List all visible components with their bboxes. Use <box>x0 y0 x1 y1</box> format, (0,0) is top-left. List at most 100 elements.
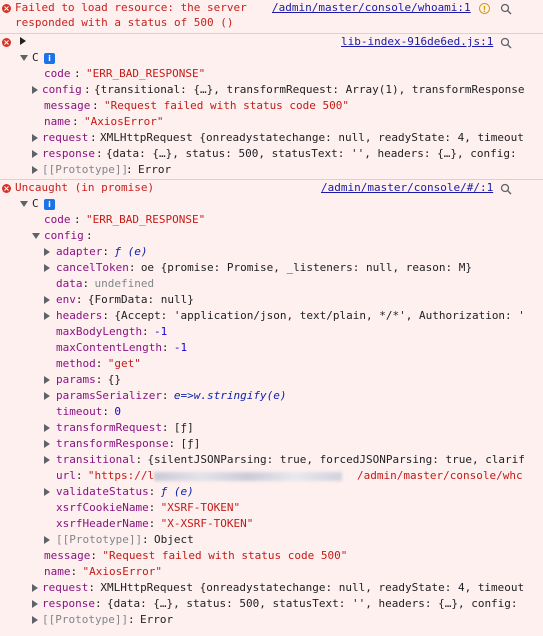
collapse-arrow-icon[interactable] <box>20 201 28 207</box>
prop-row[interactable]: config: {transitional: {…}, transformReq… <box>0 82 543 98</box>
expand-arrow-icon[interactable] <box>44 536 50 544</box>
prop-key: validateStatus <box>56 485 149 498</box>
expand-arrow-icon[interactable] <box>44 264 50 272</box>
prop-value: {silentJSONParsing: true, forcedJSONPars… <box>147 453 525 466</box>
expand-arrow-icon[interactable] <box>20 37 26 45</box>
prop-value: undefined <box>94 277 155 290</box>
source-link[interactable]: lib-index-916de6ed.js:1 <box>341 35 493 48</box>
expand-arrow-icon[interactable] <box>44 424 50 432</box>
magnifier-icon[interactable] <box>500 3 512 15</box>
prop-value: oe {promise: Promise, _listeners: null, … <box>140 261 472 274</box>
config-prop-row[interactable]: headers: {Accept: 'application/json, text… <box>0 308 543 324</box>
expand-arrow-icon[interactable] <box>32 86 38 94</box>
config-prop-row[interactable]: env: {FormData: null} <box>0 292 543 308</box>
source-link[interactable]: /admin/master/console/#/:1 <box>321 181 493 194</box>
prop-value: "X-XSRF-TOKEN" <box>160 517 254 530</box>
prop-row[interactable]: response: {data: {…}, status: 500, status… <box>0 596 543 612</box>
prop-row[interactable]: [[Prototype]]: Error <box>0 612 543 628</box>
expand-arrow-icon[interactable] <box>44 440 50 448</box>
expand-arrow-icon[interactable] <box>44 312 50 320</box>
info-icon[interactable]: i <box>44 199 55 210</box>
config-prop-row: data: undefined <box>56 277 155 290</box>
config-prop-row[interactable]: paramsSerializer: e=>w.stringify(e) <box>0 388 543 404</box>
config-prop-row: xsrfCookieName: "XSRF-TOKEN" <box>56 501 241 514</box>
magnifier-icon[interactable] <box>500 37 512 49</box>
expand-arrow-icon[interactable] <box>32 150 38 158</box>
prop-row: code: "ERR_BAD_RESPONSE" <box>44 67 206 80</box>
prop-row: code: "ERR_BAD_RESPONSE" <box>44 213 206 226</box>
prop-key: message <box>44 99 91 112</box>
prop-value: "ERR_BAD_RESPONSE" <box>86 67 206 80</box>
info-icon[interactable]: i <box>44 53 55 64</box>
config-prop-row[interactable]: params:{} <box>0 372 543 388</box>
prop-key: timeout <box>56 405 103 418</box>
config-prop-row[interactable]: validateStatus: ƒ (e) <box>0 484 543 500</box>
expand-arrow-icon[interactable] <box>32 616 38 624</box>
config-prop-row: maxBodyLength: -1 <box>56 325 168 338</box>
prop-key: config <box>42 83 82 96</box>
prop-row[interactable]: [[Prototype]]: Error <box>0 162 543 178</box>
console-entry-error-object: × lib-index-916de6ed.js:1 C i code: "ERR… <box>0 34 543 180</box>
prop-key: data <box>56 277 83 290</box>
prop-key: config <box>44 229 84 242</box>
object-header[interactable]: C i <box>0 196 543 212</box>
prop-key: env <box>56 293 76 306</box>
prop-value: -1 <box>173 341 188 354</box>
prop-key: params <box>56 373 96 386</box>
warning-badge-icon[interactable]: ! <box>479 3 490 14</box>
config-prop-row[interactable]: cancelToken: oe {promise: Promise, _liste… <box>0 260 543 276</box>
config-prop-row[interactable]: transformRequest: [ƒ] <box>0 420 543 436</box>
expand-arrow-icon[interactable] <box>44 456 50 464</box>
prop-key: maxBodyLength <box>56 325 143 338</box>
prop-value: e=>w.stringify(e) <box>173 389 287 402</box>
prop-key: [[Prototype]] <box>42 613 129 626</box>
expand-arrow-icon[interactable] <box>32 166 38 174</box>
prop-value: "XSRF-TOKEN" <box>160 501 241 514</box>
prop-row[interactable]: request: XMLHttpRequest {onreadystatechan… <box>0 580 543 596</box>
prop-value: {FormData: null} <box>87 293 194 306</box>
config-prop-row[interactable]: adapter: ƒ (e) <box>0 244 543 260</box>
expand-arrow-icon[interactable] <box>32 600 38 608</box>
prop-value: -1 <box>154 325 168 338</box>
error-message-line1: Failed to load resource: the server <box>15 1 247 14</box>
prop-value: [ƒ] <box>173 421 194 434</box>
config-prop-row[interactable]: transformResponse: [ƒ] <box>0 436 543 452</box>
prop-row[interactable]: request: XMLHttpRequest {onreadystatecha… <box>0 130 543 146</box>
expand-arrow-icon[interactable] <box>44 376 50 384</box>
prop-value: XMLHttpRequest {onreadystatechange: null… <box>100 581 525 594</box>
prop-key: transformResponse <box>56 437 169 450</box>
collapse-arrow-icon[interactable] <box>20 55 28 61</box>
object-header[interactable]: C i <box>0 50 543 66</box>
prop-row[interactable]: response: {data: {…}, status: 500, statu… <box>0 146 543 162</box>
prop-value: {data: {…}, status: 500, statusText: '',… <box>106 597 518 610</box>
config-prop-row[interactable]: transitional: {silentJSONParsing: true, f… <box>0 452 543 468</box>
config-row[interactable]: config: <box>0 228 543 244</box>
prop-key: [[Prototype]] <box>42 163 129 176</box>
collapse-arrow-icon[interactable] <box>32 233 40 239</box>
expand-arrow-icon[interactable] <box>32 584 38 592</box>
prop-value: ƒ (e) <box>160 485 194 498</box>
error-message: Uncaught (in promise) <box>15 181 155 194</box>
expand-arrow-icon[interactable] <box>32 134 38 142</box>
source-link[interactable]: /admin/master/console/whoami:1 <box>272 1 471 14</box>
prop-key: code <box>44 213 71 226</box>
prop-row: name: "AxiosError" <box>44 565 162 578</box>
prop-value: [ƒ] <box>180 437 201 450</box>
prop-key: name <box>44 565 71 578</box>
console-entry-network-error: × Failed to load resource: the server re… <box>0 0 543 34</box>
prop-value: "get" <box>107 357 141 370</box>
expand-arrow-icon[interactable] <box>44 392 50 400</box>
expand-arrow-icon[interactable] <box>44 488 50 496</box>
prop-key: request <box>42 581 89 594</box>
prop-value: {} <box>107 373 121 386</box>
prop-key: message <box>44 549 91 562</box>
prop-key: name <box>44 115 71 128</box>
prop-key: response <box>42 597 95 610</box>
config-prop-row: url: "https://l/admin/master/console/whc <box>56 469 523 482</box>
prop-key: paramsSerializer <box>56 389 162 402</box>
expand-arrow-icon[interactable] <box>44 296 50 304</box>
prop-row: message: "Request failed with status cod… <box>44 99 350 112</box>
magnifier-icon[interactable] <box>500 183 512 195</box>
config-prop-row[interactable]: [[Prototype]]: Object <box>0 532 543 548</box>
expand-arrow-icon[interactable] <box>44 248 50 256</box>
